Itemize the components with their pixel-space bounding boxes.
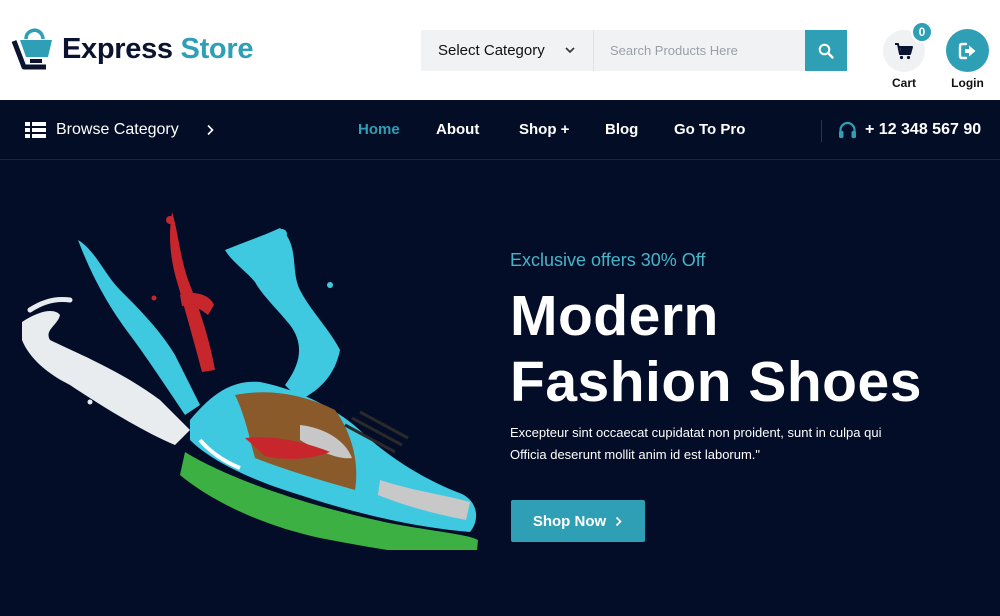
headset-icon — [839, 121, 856, 138]
chevron-right-icon — [207, 124, 214, 136]
nav-divider — [821, 120, 822, 142]
sneaker-splash-image — [22, 212, 478, 550]
shop-now-label: Shop Now — [532, 512, 607, 530]
phone-contact[interactable]: + 12 348 567 90 — [838, 100, 981, 160]
hero-title-line-2: Fashion Shoes — [510, 350, 922, 414]
logo-word-express: Express — [62, 32, 173, 65]
category-grid-icon — [25, 122, 46, 138]
login-icon-wrap — [946, 29, 989, 72]
category-select[interactable]: Select Category — [421, 30, 594, 71]
cart-icon — [895, 43, 913, 60]
phone-number: + 12 348 567 90 — [865, 121, 982, 138]
chevron-down-icon — [565, 47, 575, 54]
category-select-label: Select Category — [438, 42, 545, 59]
hero-description: Excepteur sint occaecat cupidatat non pr… — [510, 425, 882, 462]
search-icon — [818, 43, 834, 59]
basket-logo-icon — [12, 28, 52, 70]
main-nav: Browse Category Home About Shop + Blog G… — [0, 100, 1000, 160]
cart-button[interactable]: 0 Cart — [883, 21, 933, 90]
search-button[interactable] — [805, 30, 847, 71]
browse-category-button[interactable]: Browse Category — [25, 100, 215, 160]
top-header: Express Store Select Category Search Pro… — [0, 0, 1000, 100]
nav-item-blog[interactable]: Blog — [605, 100, 638, 160]
sign-in-icon — [958, 42, 975, 59]
logo-text: Express Store — [62, 33, 253, 66]
hero-title-line-1: Modern — [510, 284, 719, 348]
chevron-right-icon — [616, 516, 622, 526]
nav-item-shop[interactable]: Shop + — [519, 100, 569, 160]
search-input[interactable] — [594, 30, 805, 71]
shop-now-button[interactable]: Shop Now — [511, 500, 645, 542]
cart-label: Cart — [891, 76, 916, 90]
login-button[interactable]: Login — [946, 29, 989, 90]
hero-banner: Exclusive offers 30% Off Modern Fashion … — [0, 160, 1000, 616]
browse-category-label: Browse Category — [56, 121, 179, 138]
nav-item-go-to-pro[interactable]: Go To Pro — [674, 100, 745, 160]
login-label: Login — [951, 76, 984, 90]
nav-item-home[interactable]: Home — [358, 100, 400, 160]
hero-title: Modern Fashion Shoes — [510, 283, 922, 415]
cart-count-badge: 0 — [911, 21, 933, 43]
logo-word-store: Store — [180, 32, 254, 65]
site-logo[interactable]: Express Store — [12, 26, 253, 72]
nav-item-about[interactable]: About — [436, 100, 479, 160]
hero-kicker: Exclusive offers 30% Off — [510, 250, 706, 270]
search-bar: Select Category — [421, 30, 847, 71]
